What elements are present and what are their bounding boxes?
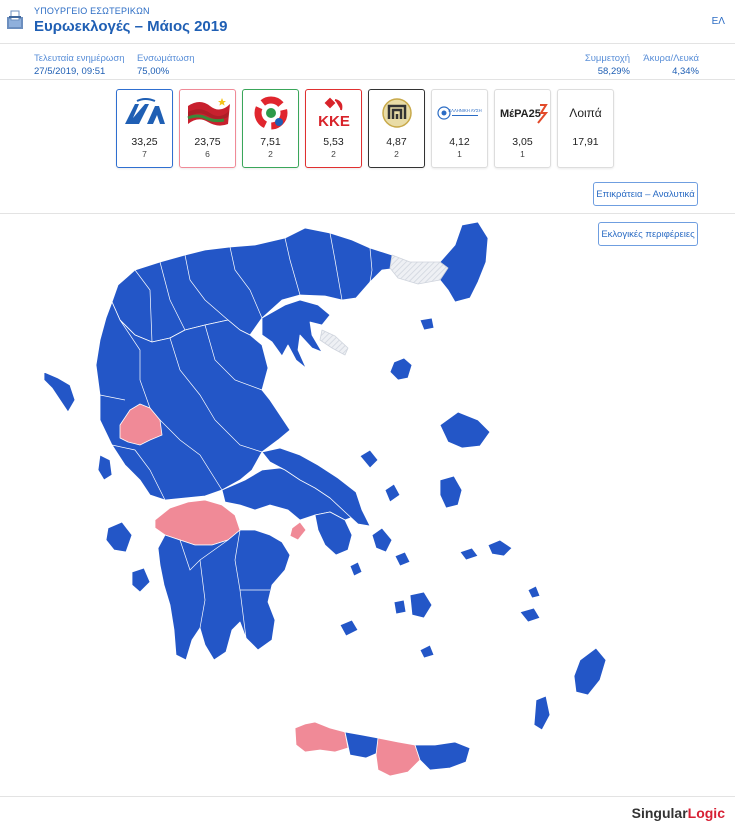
- party-seats: 2: [394, 149, 399, 159]
- region-samothraki: [419, 317, 435, 331]
- info-bar: Τελευταία ενημέρωση 27/5/2019, 09:51 Ενσ…: [0, 44, 735, 80]
- region-paros: [393, 599, 407, 615]
- brand-part-a: Singular: [631, 805, 688, 821]
- footer-bar: SingularLogic: [0, 796, 735, 827]
- singularlogic-logo[interactable]: SingularLogic: [632, 805, 725, 821]
- party-percent: 7,51: [260, 136, 281, 148]
- party-seats: 1: [520, 149, 525, 159]
- el-logo-text: ΕΛΛΗΝΙΚΗ ΛΥΣΗ: [448, 108, 481, 113]
- region-rhodes: [573, 647, 607, 696]
- brand-part-b: Logic: [687, 805, 725, 821]
- region-zakynthos: [131, 567, 151, 593]
- party-seats: 1: [457, 149, 462, 159]
- invalid-label: Άκυρα/Λευκά: [643, 53, 699, 64]
- party-seats: 7: [142, 149, 147, 159]
- region-lasithi: [414, 741, 471, 771]
- region-tinos: [394, 551, 411, 567]
- other-label-box: Λοιπά: [558, 90, 613, 136]
- language-switch[interactable]: ΕΛ: [712, 16, 725, 27]
- party-percent: 33,25: [131, 136, 158, 148]
- region-karpathos: [533, 695, 551, 731]
- party-seats: 6: [205, 149, 210, 159]
- region-kea: [349, 561, 363, 577]
- party-seats: 2: [268, 149, 273, 159]
- region-ikaria: [459, 547, 479, 561]
- invalid-blank: Άκυρα/Λευκά 4,34%: [643, 52, 699, 78]
- region-skyros: [384, 483, 401, 503]
- kke-logo-text: ΚΚΕ: [318, 113, 350, 130]
- party-card-el[interactable]: ΕΛΛΗΝΙΚΗ ΛΥΣΗ 4,12 1: [431, 89, 488, 168]
- greece-results-map[interactable]: [0, 214, 735, 794]
- region-heraklion: [375, 737, 421, 777]
- region-piraeus-b: [289, 521, 307, 541]
- elliniki-lysi-logo-icon: ΕΛΛΗΝΙΚΗ ΛΥΣΗ: [432, 90, 487, 136]
- region-chania: [294, 721, 349, 753]
- region-kefalonia: [105, 521, 133, 553]
- region-santorini: [419, 644, 435, 659]
- region-chios: [439, 475, 463, 509]
- mera25-logo-text: ΜέΡΑ25: [500, 108, 541, 120]
- region-thasos: [389, 357, 413, 381]
- region-milos: [339, 619, 359, 637]
- party-seats: 2: [331, 149, 336, 159]
- mera25-logo-icon: ΜέΡΑ25: [495, 90, 550, 136]
- kke-logo-icon: ΚΚΕ: [306, 90, 361, 136]
- kinal-logo-icon: [243, 90, 298, 136]
- region-samos: [487, 539, 513, 557]
- integration: Ενσωμάτωση 75,00%: [137, 52, 195, 78]
- integration-label: Ενσωμάτωση: [137, 53, 195, 64]
- region-lefkada: [97, 454, 113, 481]
- last-update-value: 27/5/2019, 09:51: [34, 66, 106, 77]
- nd-logo-icon: [117, 90, 172, 136]
- integration-value: 75,00%: [137, 66, 170, 77]
- region-mount-athos-no-data: [319, 329, 349, 356]
- party-percent: 3,05: [512, 136, 533, 148]
- region-lesvos: [439, 411, 491, 449]
- state-details-button[interactable]: Επικράτεια – Αναλυτικά: [593, 182, 698, 206]
- other-logo-text: Λοιπά: [569, 106, 602, 120]
- party-card-nd[interactable]: 33,25 7: [116, 89, 173, 168]
- region-leros: [527, 585, 541, 599]
- region-chalkidiki: [261, 299, 331, 369]
- party-percent: 5,53: [323, 136, 344, 148]
- ministry-label: ΥΠΟΥΡΓΕΙΟ ΕΣΩΤΕΡΙΚΩΝ: [34, 6, 150, 16]
- last-update: Τελευταία ενημέρωση 27/5/2019, 09:51: [34, 52, 124, 78]
- region-kos: [519, 607, 541, 623]
- region-rodopi-no-data: [389, 254, 449, 285]
- party-percent: 4,12: [449, 136, 470, 148]
- party-percent: 23,75: [194, 136, 221, 148]
- turnout: Συμμετοχή 58,29%: [585, 52, 630, 78]
- party-card-kke[interactable]: ΚΚΕ 5,53 2: [305, 89, 362, 168]
- party-card-mera25[interactable]: ΜέΡΑ25 3,05 1: [494, 89, 551, 168]
- header-bar: ΥΠΟΥΡΓΕΙΟ ΕΣΩΤΕΡΙΚΩΝ Ευρωεκλογές – Μάιος…: [0, 0, 735, 44]
- region-lemnos: [359, 449, 379, 469]
- syriza-flag-icon: [180, 90, 235, 136]
- region-rethymno: [344, 731, 381, 759]
- party-percent: 17,91: [572, 136, 599, 148]
- page-title: Ευρωεκλογές – Μάιος 2019: [34, 18, 228, 35]
- party-percent: 4,87: [386, 136, 407, 148]
- party-results: 33,25 7 23,75 6 7,51 2 ΚΚΕ 5,53 2 4,87 2…: [116, 89, 614, 168]
- party-card-other[interactable]: Λοιπά 17,91: [557, 89, 614, 168]
- region-peloponnese: [157, 529, 291, 661]
- meander-logo-icon: [369, 90, 424, 136]
- turnout-value: 58,29%: [597, 66, 630, 77]
- party-card-xa[interactable]: 4,87 2: [368, 89, 425, 168]
- turnout-label: Συμμετοχή: [584, 53, 630, 64]
- region-naxos: [409, 591, 433, 619]
- last-update-label: Τελευταία ενημέρωση: [34, 53, 125, 64]
- party-card-kinal[interactable]: 7,51 2: [242, 89, 299, 168]
- ballot-box-icon: [7, 10, 23, 29]
- party-card-syriza[interactable]: 23,75 6: [179, 89, 236, 168]
- invalid-value: 4,34%: [672, 66, 699, 77]
- region-andros: [371, 527, 393, 553]
- region-corfu: [43, 371, 76, 413]
